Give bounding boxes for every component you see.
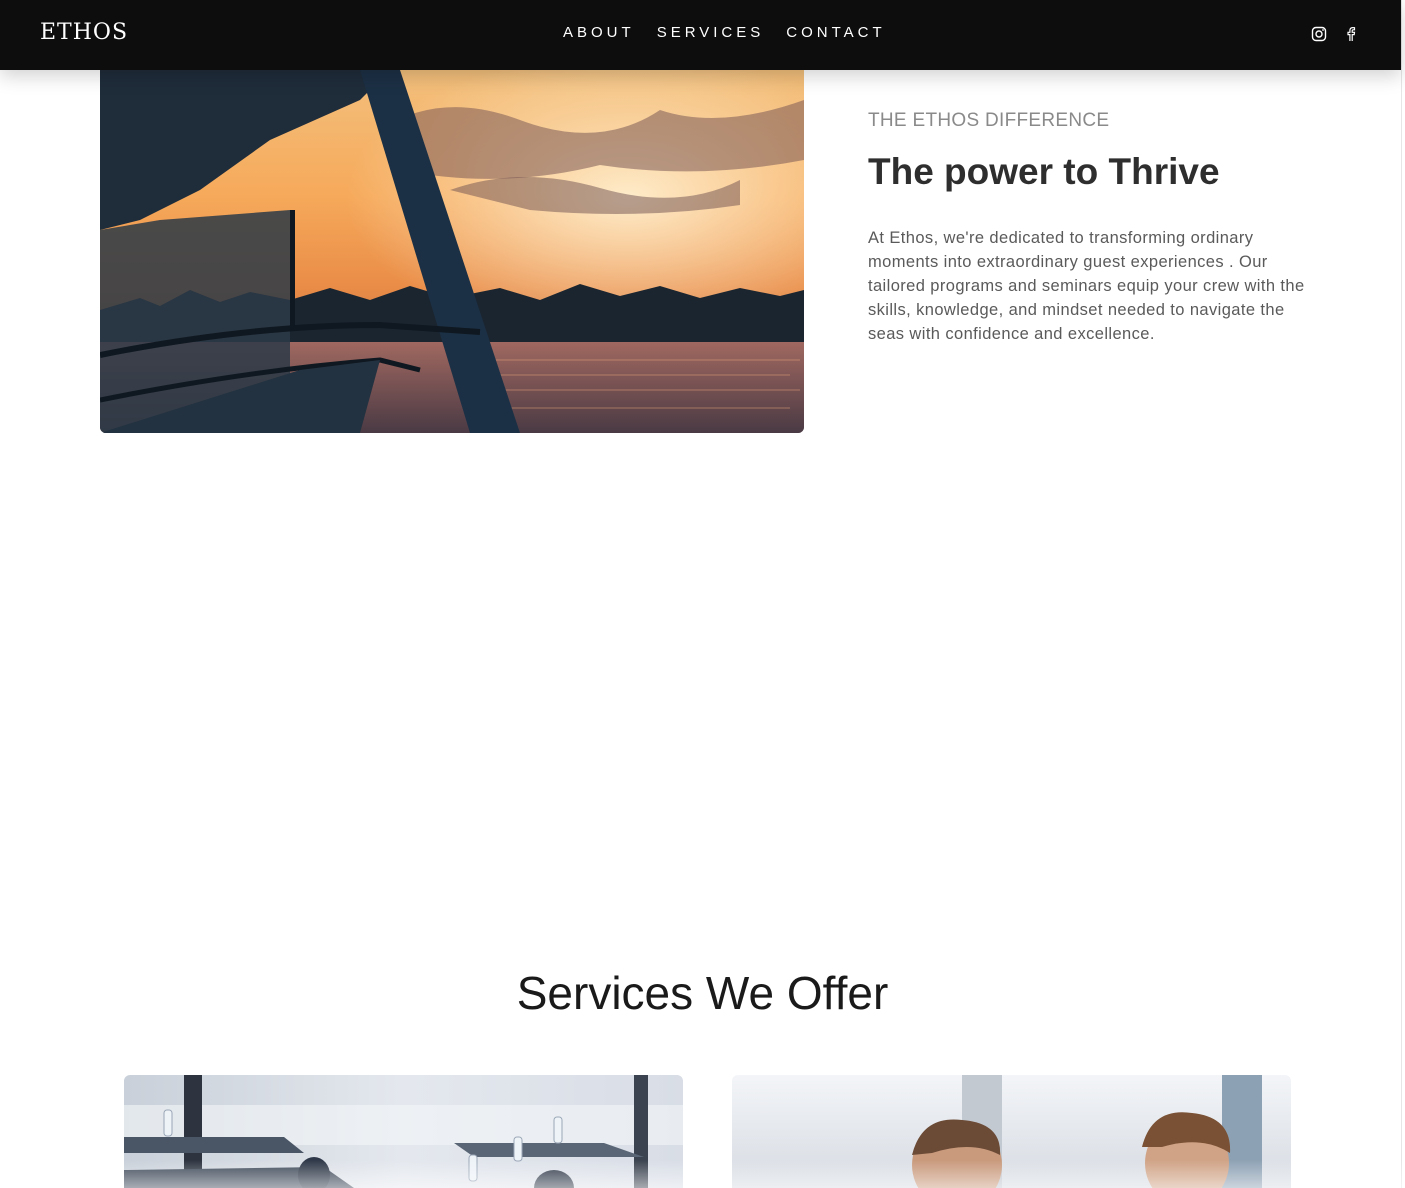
nav-contact-link[interactable]: CONTACT: [786, 24, 885, 41]
top-navbar: ETHOS ABOUT SERVICES CONTACT: [0, 0, 1401, 70]
service-card-training-people-image[interactable]: [732, 1075, 1291, 1188]
instagram-icon[interactable]: [1309, 24, 1329, 44]
services-title: Services We Offer: [516, 967, 889, 1019]
service-card-seminar-room-image[interactable]: [124, 1075, 683, 1188]
facebook-icon[interactable]: [1341, 24, 1361, 44]
social-links: [1297, 24, 1361, 44]
hero-sunset-image: [100, 70, 804, 433]
hero-title: The power to Thrive: [868, 151, 1220, 192]
hero-description: At Ethos, we're dedicated to transformin…: [868, 229, 1305, 343]
hero-text-block: THE ETHOS DIFFERENCE The power to Thrive…: [868, 110, 1318, 346]
nav-about-link[interactable]: ABOUT: [563, 24, 635, 41]
ethos-logo[interactable]: ETHOS: [40, 20, 128, 45]
nav-services-link[interactable]: SERVICES: [657, 24, 765, 41]
section-eyebrow: THE ETHOS DIFFERENCE: [868, 110, 1110, 131]
main-nav: ABOUT SERVICES CONTACT: [563, 24, 908, 41]
